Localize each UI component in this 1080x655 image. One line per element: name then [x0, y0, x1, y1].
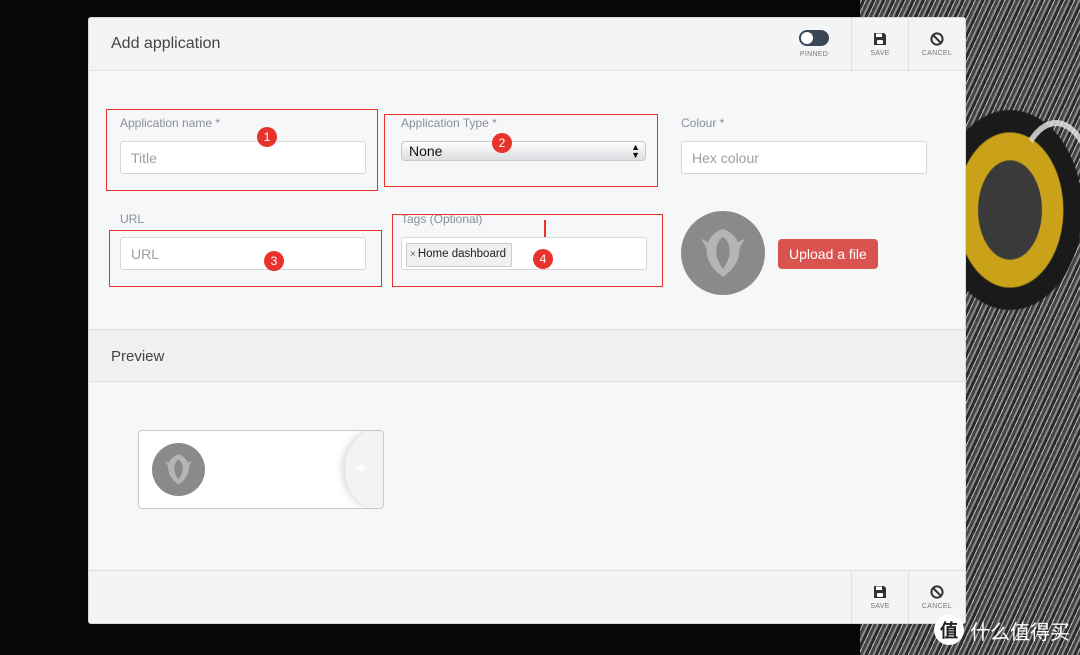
emblem-icon	[701, 229, 745, 277]
save-label: SAVE	[870, 49, 890, 57]
upload-file-button[interactable]: Upload a file	[778, 239, 878, 269]
sign-in-arrow-icon: ➜	[354, 459, 366, 475]
annotation-box-1	[106, 109, 378, 191]
annotation-badge-1: 1	[257, 127, 277, 147]
app-icon-avatar	[681, 211, 765, 295]
cancel-label: CANCEL	[921, 49, 953, 57]
footer-cancel-label: CANCEL	[921, 602, 953, 610]
annotation-badge-4: 4	[533, 249, 553, 269]
watermark: 值 什么值得买	[934, 615, 1070, 645]
open-app-button[interactable]: ➜	[345, 431, 383, 508]
ban-icon	[930, 584, 944, 599]
emblem-icon	[164, 454, 193, 485]
header-actions: PINNED SAVE CANCEL	[777, 18, 965, 70]
watermark-logo-icon: 值	[934, 615, 964, 645]
preview-app-card[interactable]: ➜	[138, 430, 384, 509]
preview-app-icon	[152, 443, 205, 496]
floppy-disk-icon	[874, 585, 886, 598]
preview-title: Preview	[111, 348, 165, 365]
footer-save-label: SAVE	[870, 602, 890, 610]
ban-icon	[930, 31, 944, 46]
add-application-dialog: Add application PINNED SAVE CANCEL Appli…	[88, 17, 966, 624]
application-form: Application name * Application Type * No…	[89, 71, 965, 329]
annotation-box-2	[384, 114, 658, 187]
annotation-badge-3: 3	[264, 251, 284, 271]
dialog-footer: SAVE CANCEL	[89, 570, 965, 623]
url-label: URL	[120, 212, 145, 226]
floppy-disk-icon	[874, 32, 886, 45]
annotation-box-3	[109, 230, 382, 287]
owl-eye	[1010, 120, 1080, 312]
cancel-button[interactable]: CANCEL	[908, 18, 965, 70]
save-button[interactable]: SAVE	[851, 18, 908, 70]
colour-input[interactable]	[681, 141, 927, 174]
dialog-header: Add application PINNED SAVE CANCEL	[89, 18, 965, 71]
dialog-title: Add application	[111, 35, 221, 52]
annotation-tick-4	[544, 220, 546, 237]
watermark-text: 什么值得买	[970, 621, 1070, 644]
footer-save-button[interactable]: SAVE	[851, 571, 908, 623]
pinned-toggle-button[interactable]: PINNED	[777, 18, 851, 70]
annotation-box-4	[392, 214, 663, 287]
preview-header: Preview	[89, 329, 965, 382]
pinned-label: PINNED	[799, 51, 829, 58]
annotation-badge-2: 2	[492, 133, 512, 153]
colour-label: Colour *	[681, 116, 725, 130]
toggle-switch-icon[interactable]	[799, 30, 829, 46]
